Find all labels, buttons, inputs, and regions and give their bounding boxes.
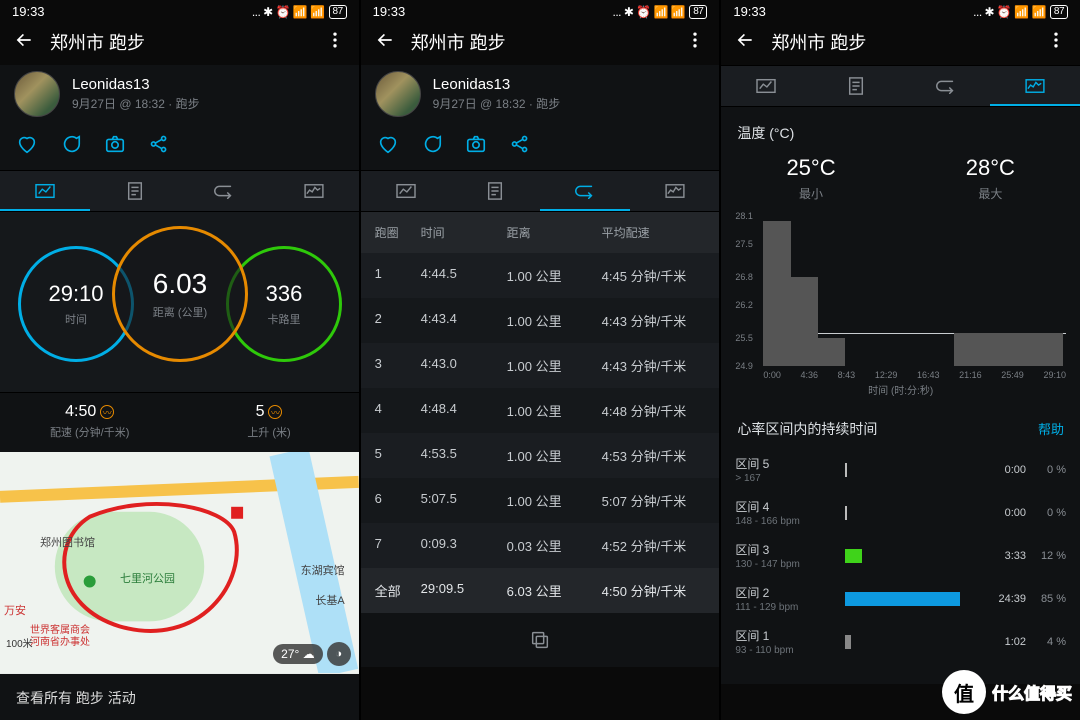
table-row[interactable]: 54:53.5 1.00 公里4:53 分钟/千米 [361,433,720,478]
time-value: 29:10 [48,281,103,307]
table-row[interactable]: 34:43.0 1.00 公里4:43 分钟/千米 [361,343,720,388]
hr-zone-row[interactable]: 区间 2 111 - 129 bpm 24:39 85 % [735,578,1066,621]
status-icons: ... ✱ ⏰ 📶 📶 87 [252,5,347,19]
table-row[interactable]: 65:07.5 1.00 公里5:07 分钟/千米 [361,478,720,523]
pace-icon: 〰 [100,405,114,419]
back-button[interactable] [735,30,755,55]
hr-zone-row[interactable]: 区间 1 93 - 110 bpm 1:02 4 % [735,621,1066,664]
tab-stats[interactable] [90,171,180,211]
table-row-total: 全部29:09.5 6.03 公里4:50 分钟/千米 [361,568,720,613]
temp-min: 25°C最小 [721,155,900,202]
table-row[interactable]: 14:44.5 1.00 公里4:45 分钟/千米 [361,253,720,298]
comment-icon[interactable] [60,133,82,160]
overflow-menu[interactable] [685,30,705,55]
clock: 19:33 [12,4,45,19]
user-row[interactable]: Leonidas139月27日 @ 18:32 · 跑步 [361,65,720,125]
calories-label: 卡路里 [268,311,301,327]
tab-laps[interactable] [540,171,630,211]
page-title: 郑州市 跑步 [411,29,506,55]
back-button[interactable] [375,30,395,55]
avatar [375,71,421,117]
elev-icon: 〰 [268,405,282,419]
laps-header: 跑圈 时间 距离 平均配速 [361,212,720,253]
action-row [0,125,359,170]
poi-changji: 长基A [315,592,344,608]
poi-hotel: 东湖宾馆 [301,562,345,578]
summary-rings: 29:10 时间 6.03 距离 (公里) 336 卡路里 [0,212,359,392]
back-button[interactable] [14,30,34,55]
screen-charts: 19:33... ✱ ⏰ 📶 📶 87 郑州市 跑步 温度 (°C) 25°C最… [721,0,1080,720]
page-title: 郑州市 跑步 [771,29,866,55]
camera-icon[interactable] [104,133,126,160]
avatar [14,71,60,117]
like-icon[interactable] [16,133,38,160]
distance-label: 距离 (公里) [153,304,207,320]
map-layer-button[interactable]: ◑ [327,642,351,666]
metric-elev[interactable]: 5〰 上升 (米) [179,392,358,452]
tab-stats[interactable] [450,171,540,211]
calories-value: 336 [266,281,303,307]
status-bar: 19:33 ... ✱ ⏰ 📶 📶 87 [0,0,359,21]
hr-zones: 区间 5 > 167 0:00 0 % 区间 4 148 - 166 bpm 0… [721,447,1080,684]
hr-zone-row[interactable]: 区间 3 130 - 147 bpm 3:33 12 % [735,535,1066,578]
view-all-link[interactable]: 查看所有 跑步 活动 [0,674,359,720]
tab-overview[interactable] [0,171,90,211]
temp-max: 28°C最大 [901,155,1080,202]
tab-stats[interactable] [811,66,901,106]
poi-park: 七里河公园 [120,570,175,586]
map-scale: 100米 [6,635,33,650]
secondary-metrics: 4:50〰 配速 (分钟/千米) 5〰 上升 (米) [0,392,359,452]
table-row[interactable]: 70:09.3 0.03 公里4:52 分钟/千米 [361,523,720,568]
tab-laps[interactable] [901,66,991,106]
tabs [0,170,359,212]
poi-office: 河南省办事处 [30,633,90,648]
poi-wanan: 万安 [4,602,26,618]
hr-zone-header: 心率区间内的持续时间 帮助 [721,403,1080,447]
temperature-header: 温度 (°C) [721,107,1080,151]
overflow-menu[interactable] [1046,30,1066,55]
user-row[interactable]: Leonidas13 9月27日 @ 18:32 · 跑步 [0,65,359,125]
overflow-menu[interactable] [325,30,345,55]
table-row[interactable]: 24:43.4 1.00 公里4:43 分钟/千米 [361,298,720,343]
time-label: 时间 [65,311,87,327]
copy-button[interactable] [361,613,720,667]
share-icon[interactable] [148,133,170,160]
poi-library: 郑州图书馆 [40,534,95,550]
help-link[interactable]: 帮助 [1038,419,1064,439]
comment-icon[interactable] [421,133,443,160]
tab-laps[interactable] [179,171,269,211]
activity-subtitle: 9月27日 @ 18:32 · 跑步 [72,95,200,112]
tab-overview[interactable] [361,171,451,211]
tab-overview[interactable] [721,66,811,106]
username: Leonidas13 [72,76,200,93]
laps-body: 14:44.5 1.00 公里4:45 分钟/千米 24:43.4 1.00 公… [361,253,720,613]
screen-summary: 19:33 ... ✱ ⏰ 📶 📶 87 郑州市 跑步 Leonidas13 9… [0,0,359,720]
hr-zone-row[interactable]: 区间 5 > 167 0:00 0 % [735,449,1066,492]
weather-badge: 27° ☁ [273,644,323,664]
screen-laps: 19:33... ✱ ⏰ 📶 📶 87 郑州市 跑步 Leonidas139月2… [361,0,720,720]
page-title: 郑州市 跑步 [50,29,145,55]
tab-charts[interactable] [630,171,720,211]
temperature-summary: 25°C最小 28°C最大 [721,151,1080,216]
metric-pace[interactable]: 4:50〰 配速 (分钟/千米) [0,392,179,452]
like-icon[interactable] [377,133,399,160]
share-icon[interactable] [509,133,531,160]
table-row[interactable]: 44:48.4 1.00 公里4:48 分钟/千米 [361,388,720,433]
tab-charts[interactable] [269,171,359,211]
temperature-chart[interactable]: 24.925.526.226.827.528.1 0:004:368:4312:… [721,216,1080,403]
route-map[interactable]: 郑州图书馆 七里河公园 东湖宾馆 长基A 万安 世界客属商会 河南省办事处 10… [0,452,359,674]
tab-charts[interactable] [990,66,1080,106]
ring-distance[interactable]: 6.03 距离 (公里) [112,226,248,362]
camera-icon[interactable] [465,133,487,160]
app-bar: 郑州市 跑步 [0,21,359,65]
hr-zone-row[interactable]: 区间 4 148 - 166 bpm 0:00 0 % [735,492,1066,535]
distance-value: 6.03 [153,268,208,300]
